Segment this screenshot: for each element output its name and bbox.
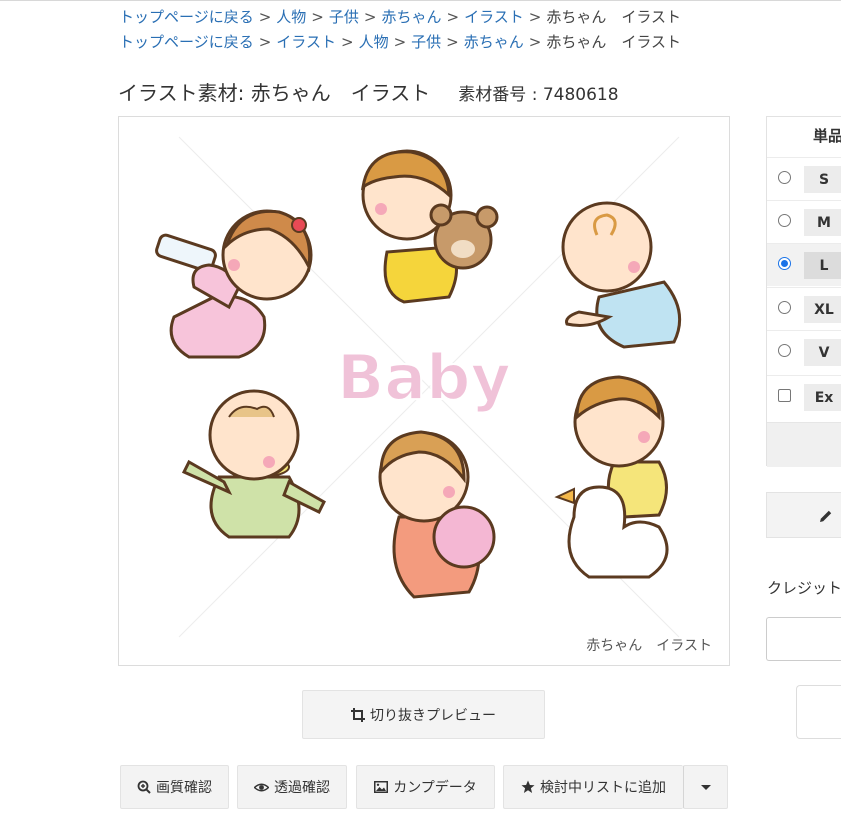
size-option-xl[interactable]: XL [767, 287, 841, 330]
title-row: イラスト素材: 赤ちゃん イラスト 素材番号 : 7480618 [118, 77, 619, 106]
breadcrumb-link-illust[interactable]: イラスト [464, 8, 524, 26]
breadcrumb-link-baby[interactable]: 赤ちゃん [464, 33, 524, 51]
comp-data-button[interactable]: カンプデータ [356, 765, 495, 809]
caret-down-icon [700, 784, 711, 790]
transparency-check-label: 透過確認 [274, 780, 330, 796]
pencil-icon [819, 508, 833, 527]
size-option-s[interactable]: S [767, 157, 841, 200]
page-title: イラスト素材: 赤ちゃん イラスト [118, 81, 431, 105]
breadcrumb-link-baby[interactable]: 赤ちゃん [381, 8, 441, 26]
breadcrumb-separator: > [393, 33, 407, 51]
breadcrumb-separator: > [446, 33, 459, 51]
size-radio[interactable] [778, 301, 791, 314]
size-option-v[interactable]: V [767, 330, 841, 373]
illustration-preview[interactable]: Baby 赤ちゃん イラスト [118, 116, 730, 666]
breadcrumb-separator: > [311, 8, 324, 26]
baby-on-duck-figure [554, 375, 669, 579]
breadcrumb-link-child[interactable]: 子供 [411, 33, 441, 51]
breadcrumb: トップページに戻る > 人物 > 子供 > 赤ちゃん > イラスト > 赤ちゃん イラスト [119, 7, 681, 27]
size-option-ex[interactable]: Ex [767, 375, 841, 418]
zoom-in-icon [137, 780, 151, 794]
breadcrumb-current: 赤ちゃん イラスト [546, 33, 682, 51]
credit-label: クレジット [767, 579, 841, 597]
image-icon [374, 781, 389, 793]
add-to-list-label: 検討中リストに追加 [540, 780, 666, 796]
material-number: 素材番号 : 7480618 [458, 85, 619, 105]
edit-button[interactable] [766, 492, 841, 538]
comp-data-label: カンプデータ [393, 780, 477, 796]
eye-icon [254, 782, 269, 793]
baby-with-bottle-figure [155, 209, 313, 359]
size-checkbox[interactable] [778, 389, 791, 402]
size-badge: M [804, 209, 841, 236]
side-box[interactable] [796, 685, 841, 739]
breadcrumb-separator: > [258, 33, 272, 51]
quality-check-button[interactable]: 画質確認 [120, 765, 229, 809]
baby-with-bear-figure [360, 149, 499, 304]
credit-input[interactable] [766, 617, 841, 661]
breadcrumb-link-person[interactable]: 人物 [359, 33, 389, 51]
size-option-l[interactable]: L [767, 243, 841, 286]
breadcrumb-link-top[interactable]: トップページに戻る [119, 8, 254, 26]
top-divider [0, 0, 841, 1]
panel-heading: 単品 [813, 127, 841, 145]
breadcrumb: トップページに戻る > イラスト > 人物 > 子供 > 赤ちゃん > 赤ちゃん イラスト [119, 32, 681, 52]
size-badge: S [804, 166, 841, 193]
breadcrumb-link-top[interactable]: トップページに戻る [119, 33, 254, 51]
baby-green-figure [181, 389, 326, 539]
size-radio-selected[interactable] [778, 257, 791, 270]
size-badge: XL [804, 296, 841, 323]
breadcrumb-separator: > [258, 8, 272, 26]
breadcrumb-separator: > [340, 33, 354, 51]
image-caption: 赤ちゃん イラスト [586, 638, 712, 654]
size-option-m[interactable]: M [767, 200, 841, 243]
breadcrumb-separator: > [363, 8, 377, 26]
breadcrumb-current: 赤ちゃん イラスト [546, 8, 682, 26]
breadcrumb-link-child[interactable]: 子供 [329, 8, 359, 26]
add-to-list-dropdown-button[interactable] [683, 765, 728, 809]
baby-illustration: Baby [155, 136, 682, 638]
size-radio[interactable] [778, 214, 791, 227]
baby-logo-text: Baby [337, 341, 511, 414]
breadcrumb-link-illust[interactable]: イラスト [276, 33, 336, 51]
transparency-check-button[interactable]: 透過確認 [237, 765, 347, 809]
quality-check-label: 画質確認 [156, 780, 212, 796]
breadcrumb-separator: > [528, 8, 542, 26]
purchase-panel: 単品 S M L XL V Ex [766, 116, 841, 467]
crop-preview-button[interactable]: 切り抜きプレビュー [302, 690, 545, 739]
breadcrumb-link-person[interactable]: 人物 [276, 8, 306, 26]
size-radio[interactable] [778, 344, 791, 357]
crop-icon [351, 707, 365, 722]
crop-preview-label: 切り抜きプレビュー [370, 707, 496, 724]
add-to-list-button[interactable]: 検討中リストに追加 [503, 765, 683, 809]
size-radio[interactable] [778, 171, 791, 184]
breadcrumb-separator: > [528, 33, 542, 51]
baby-with-ball-figure [378, 430, 496, 599]
star-icon [521, 780, 535, 794]
size-badge: Ex [804, 384, 841, 411]
breadcrumb-separator: > [446, 8, 460, 26]
baby-crawling-blue-figure [561, 201, 682, 349]
size-badge: L [804, 252, 841, 279]
panel-footer-bar [767, 422, 841, 467]
size-badge: V [804, 339, 841, 366]
